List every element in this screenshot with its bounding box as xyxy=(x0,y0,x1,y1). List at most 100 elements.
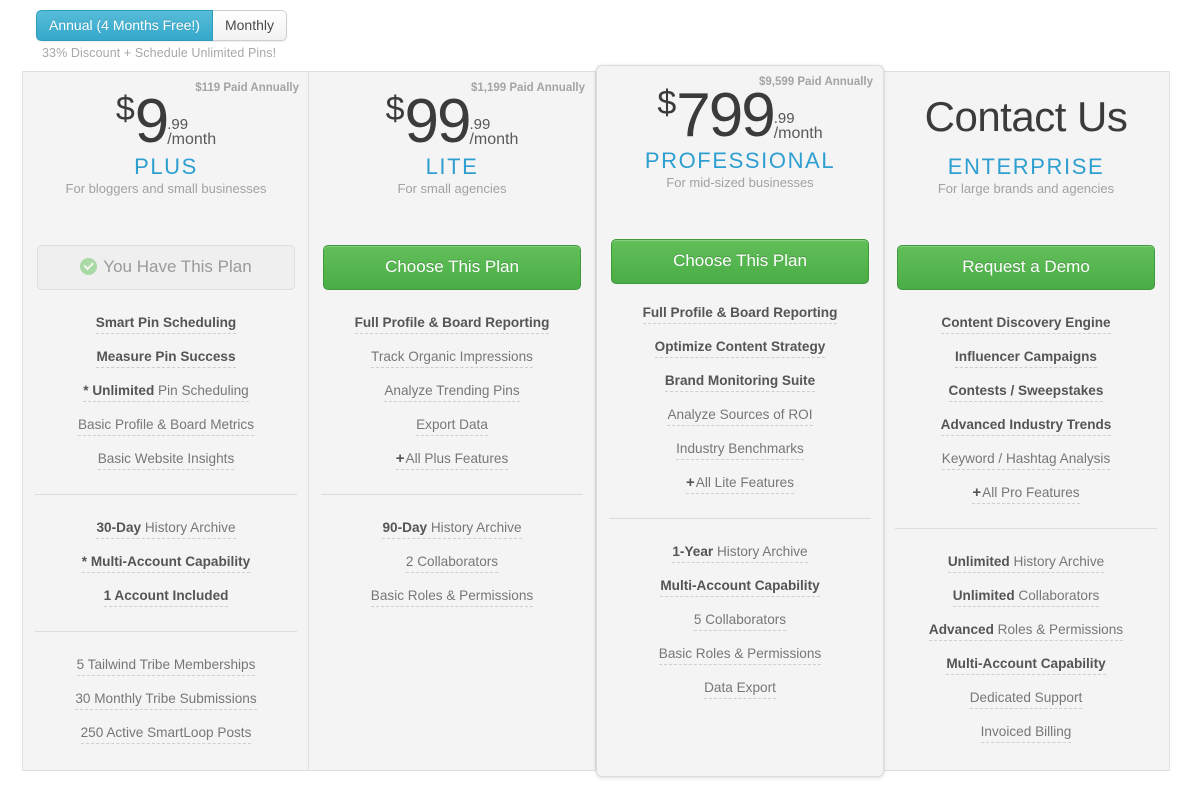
plan-header: $119 Paid Annually $9.99/month PLUS For blo… xyxy=(23,72,309,232)
feature-item: Unlimited History Archive xyxy=(895,547,1157,581)
feature-text: Analyze Sources of ROI xyxy=(667,407,813,422)
feature-emphasis: 1-Year xyxy=(672,544,714,559)
feature-emphasis: Full Profile & Board Reporting xyxy=(642,305,838,320)
currency-symbol: $ xyxy=(115,90,135,128)
feature-item: +All Plus Features xyxy=(321,444,583,478)
feature-text: 5 Tailwind Tribe Memberships xyxy=(76,657,256,672)
plan-name: ENTERPRISE xyxy=(947,154,1105,179)
feature-item: * Multi-Account Capability xyxy=(35,547,297,581)
feature-item: Basic Website Insights xyxy=(35,444,297,478)
plan-cta-area: Choose This Plan xyxy=(597,226,883,284)
plan-header: $9,599 Paid Annually $799.99/month PROFESS… xyxy=(597,66,883,226)
cta-label: Choose This Plan xyxy=(673,251,807,270)
pricing-plan-grid: $119 Paid Annually $9.99/month PLUS For blo… xyxy=(22,65,1170,777)
feature-list: Full Profile & Board Reporting Track Orga… xyxy=(309,290,595,615)
feature-item: Brand Monitoring Suite xyxy=(609,366,871,400)
feature-group-primary: Smart Pin Scheduling Measure Pin Success *… xyxy=(35,308,297,478)
plan-cta-enterprise-button[interactable]: Request a Demo xyxy=(897,245,1155,290)
feature-emphasis: 30-Day xyxy=(96,520,142,535)
feature-item: 5 Collaborators xyxy=(609,605,871,639)
feature-item: Measure Pin Success xyxy=(35,342,297,376)
currency-symbol: $ xyxy=(657,84,677,122)
plus-icon: + xyxy=(686,474,695,491)
feature-item: Optimize Content Strategy xyxy=(609,332,871,366)
feature-text: Basic Website Insights xyxy=(97,451,235,466)
feature-emphasis: Measure Pin Success xyxy=(96,349,236,364)
feature-text: Pin Scheduling xyxy=(154,383,249,398)
toggle-annual-button[interactable]: Annual (4 Months Free!) xyxy=(36,10,213,41)
cta-label: Request a Demo xyxy=(962,257,1090,276)
feature-item: Export Data xyxy=(321,410,583,444)
feature-group-secondary: 90-Day History Archive 2 Collaborators Bas… xyxy=(321,494,583,615)
billing-discount-note: 33% Discount + Schedule Unlimited Pins! xyxy=(42,46,277,60)
plan-name: PLUS xyxy=(134,154,198,179)
feature-text: History Archive xyxy=(141,520,236,535)
plan-price: $99.99/month xyxy=(309,86,595,156)
feature-item: Content Discovery Engine xyxy=(895,308,1157,342)
plan-price: $799.99/month xyxy=(597,80,883,150)
feature-text: Basic Roles & Permissions xyxy=(658,646,822,661)
feature-emphasis: Unlimited xyxy=(947,554,1010,569)
feature-emphasis: * Multi-Account Capability xyxy=(81,554,251,569)
feature-item: Basic Profile & Board Metrics xyxy=(35,410,297,444)
plan-cta-lite-button[interactable]: Choose This Plan xyxy=(323,245,581,290)
plan-card-enterprise: Contact Us ENTERPRISE For large brands and… xyxy=(882,71,1170,771)
price-period: /month xyxy=(773,125,823,142)
feature-emphasis: Advanced xyxy=(928,622,994,637)
price-amount: 799 xyxy=(676,81,775,150)
plan-header: Contact Us ENTERPRISE For large brands and… xyxy=(883,72,1169,232)
feature-item: 30 Monthly Tribe Submissions xyxy=(35,684,297,718)
feature-item: 5 Tailwind Tribe Memberships xyxy=(35,650,297,684)
price-period: /month xyxy=(469,131,519,148)
toggle-monthly-button[interactable]: Monthly xyxy=(212,10,287,41)
billing-period-toggle[interactable]: Annual (4 Months Free!) Monthly xyxy=(36,10,287,41)
plan-cta-area: Request a Demo xyxy=(883,232,1169,290)
feature-text: History Archive xyxy=(1009,554,1105,569)
feature-item: Industry Benchmarks xyxy=(609,434,871,468)
cta-label: Choose This Plan xyxy=(385,257,519,276)
feature-text: Export Data xyxy=(416,417,488,432)
feature-item: Keyword / Hashtag Analysis xyxy=(895,444,1157,478)
feature-group-primary: Content Discovery Engine Influencer Campa… xyxy=(895,308,1157,512)
feature-text: All Lite Features xyxy=(695,475,794,490)
feature-emphasis: Advanced Industry Trends xyxy=(940,417,1112,432)
feature-text: History Archive xyxy=(713,544,808,559)
feature-text: Track Organic Impressions xyxy=(371,349,533,364)
feature-text: Analyze Trending Pins xyxy=(384,383,520,398)
feature-item: Advanced Roles & Permissions xyxy=(895,615,1157,649)
feature-item: +All Lite Features xyxy=(609,468,871,502)
feature-item: 90-Day History Archive xyxy=(321,513,583,547)
feature-item: Dedicated Support xyxy=(895,683,1157,717)
feature-text: Dedicated Support xyxy=(969,690,1083,705)
plan-card-plus: $119 Paid Annually $9.99/month PLUS For blo… xyxy=(22,71,310,771)
feature-group-secondary: Unlimited History Archive Unlimited Colla… xyxy=(895,528,1157,751)
plan-tagline: For small agencies xyxy=(397,181,507,196)
feature-item: Track Organic Impressions xyxy=(321,342,583,376)
feature-text: 2 Collaborators xyxy=(405,554,499,569)
feature-item: Analyze Trending Pins xyxy=(321,376,583,410)
feature-group-tertiary: 5 Tailwind Tribe Memberships 30 Monthly T… xyxy=(35,631,297,752)
feature-item: Full Profile & Board Reporting xyxy=(321,308,583,342)
feature-emphasis: Content Discovery Engine xyxy=(941,315,1111,330)
plan-cta-professional-button[interactable]: Choose This Plan xyxy=(611,239,869,284)
feature-emphasis: Influencer Campaigns xyxy=(954,349,1097,364)
feature-list: Content Discovery Engine Influencer Campa… xyxy=(883,290,1169,751)
feature-item: Smart Pin Scheduling xyxy=(35,308,297,342)
feature-item: Unlimited Collaborators xyxy=(895,581,1157,615)
feature-item: Influencer Campaigns xyxy=(895,342,1157,376)
feature-emphasis: 1 Account Included xyxy=(103,588,229,603)
plan-tagline: For bloggers and small businesses xyxy=(65,181,267,196)
feature-text: All Plus Features xyxy=(405,451,509,466)
feature-text: Roles & Permissions xyxy=(993,622,1124,637)
feature-item: 250 Active SmartLoop Posts xyxy=(35,718,297,752)
feature-emphasis: Full Profile & Board Reporting xyxy=(354,315,550,330)
plan-cta-plus-button: You Have This Plan xyxy=(37,245,295,290)
feature-text: 250 Active SmartLoop Posts xyxy=(80,725,252,740)
plan-cta-area: Choose This Plan xyxy=(309,232,595,290)
feature-item: Analyze Sources of ROI xyxy=(609,400,871,434)
plan-card-lite: $1,199 Paid Annually $99.99/month LITE For … xyxy=(308,71,596,771)
feature-emphasis: Unlimited xyxy=(952,588,1015,603)
feature-text: Invoiced Billing xyxy=(980,724,1072,739)
plan-card-professional: $9,599 Paid Annually $799.99/month PROFESS… xyxy=(596,65,884,777)
feature-item: 1 Account Included xyxy=(35,581,297,615)
